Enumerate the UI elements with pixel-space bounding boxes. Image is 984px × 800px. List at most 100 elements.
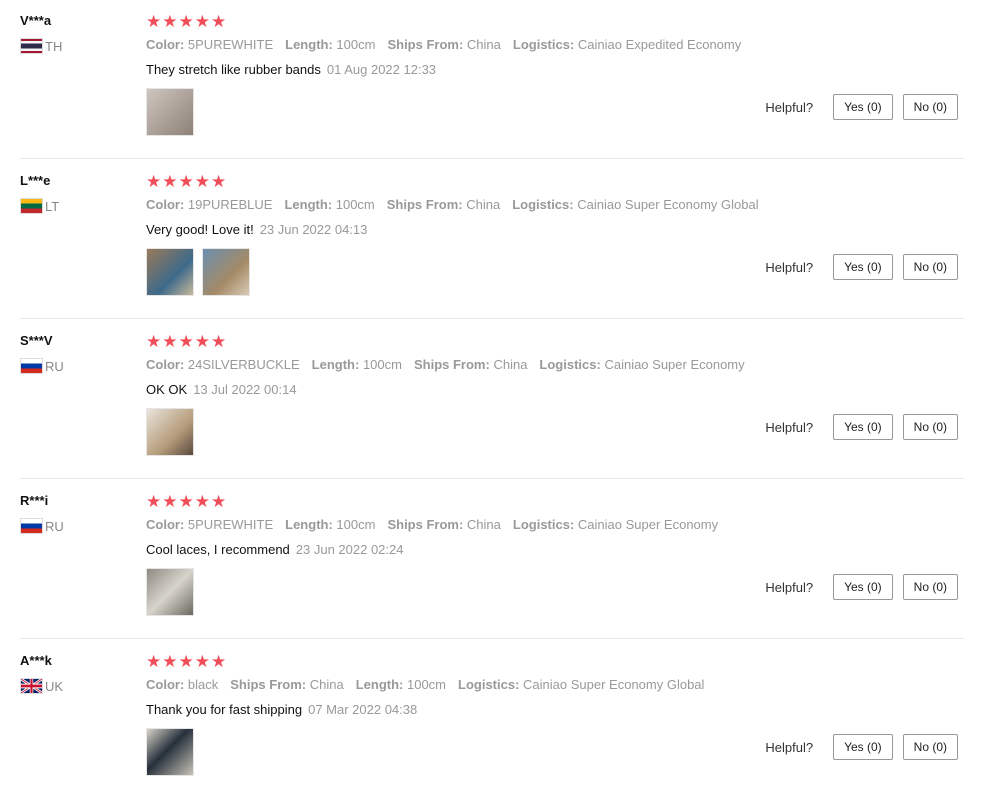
review-divider	[20, 478, 964, 479]
review-photo-thumbnail[interactable]	[146, 568, 194, 616]
attribute-key: Length:	[285, 37, 333, 52]
attribute-value: Cainiao Super Economy Global	[577, 197, 759, 212]
attribute-value: 100cm	[336, 517, 376, 532]
sku-attribute: Color: black	[146, 677, 218, 692]
reviewer-country: LT	[20, 198, 59, 214]
sku-attributes: Color: 5PUREWHITE Length: 100cm Ships From…	[146, 517, 730, 532]
sku-attributes: Color: 24SILVERBUCKLE Length: 100cm Ships …	[146, 357, 757, 372]
helpful-yes-button[interactable]: Yes (0)	[833, 254, 893, 280]
attribute-key: Ships From:	[413, 357, 490, 372]
star-rating: ★★★★★	[146, 12, 227, 32]
sku-attribute: Ships From: China	[414, 357, 527, 372]
review-body: Cool laces, I recommend 23 Jun 2022 02:24	[146, 542, 404, 557]
star-icon: ★	[146, 652, 163, 671]
attribute-value: 100cm	[406, 677, 447, 692]
star-rating: ★★★★★	[146, 172, 227, 192]
country-code: TH	[45, 38, 63, 54]
review-text: They stretch like rubber bands	[146, 62, 321, 77]
attribute-key: Ships From:	[387, 37, 464, 52]
attribute-value: Cainiao Super Economy	[577, 517, 719, 532]
attribute-value: Cainiao Expedited Economy	[577, 37, 742, 52]
star-icon: ★	[211, 172, 228, 191]
attribute-value: Cainiao Super Economy Global	[523, 677, 705, 692]
review-photos	[146, 408, 194, 456]
country-code: RU	[45, 358, 64, 374]
helpful-vote: Helpful? Yes (0) No (0)	[765, 574, 958, 600]
sku-attribute: Length: 100cm	[285, 37, 375, 52]
star-icon: ★	[178, 652, 195, 671]
sku-attribute: Length: 100cm	[312, 357, 402, 372]
reviewer-name: A***k	[20, 653, 52, 668]
sku-attributes: Color: black Ships From: China Length: 100…	[146, 677, 716, 692]
helpful-no-button[interactable]: No (0)	[902, 414, 958, 440]
star-icon: ★	[162, 332, 179, 351]
sku-attribute: Logistics: Cainiao Expedited Economy	[513, 37, 741, 52]
review-date: 07 Mar 2022 04:38	[308, 702, 418, 717]
helpful-vote: Helpful? Yes (0) No (0)	[765, 414, 958, 440]
review-body: They stretch like rubber bands 01 Aug 202…	[146, 62, 436, 77]
attribute-value: 100cm	[362, 357, 402, 372]
star-icon: ★	[146, 332, 163, 351]
star-icon: ★	[194, 12, 211, 31]
review-date: 01 Aug 2022 12:33	[326, 62, 437, 77]
helpful-yes-button[interactable]: Yes (0)	[833, 574, 893, 600]
review-photos	[146, 568, 194, 616]
reviewer-country: TH	[20, 38, 62, 54]
helpful-no-button[interactable]: No (0)	[902, 254, 958, 280]
star-icon: ★	[194, 492, 211, 511]
star-icon: ★	[162, 172, 179, 191]
sku-attribute: Color: 24SILVERBUCKLE	[146, 357, 300, 372]
thailand-flag-icon	[20, 38, 43, 54]
attribute-value: China	[466, 37, 501, 52]
star-icon: ★	[162, 652, 179, 671]
review-photo-thumbnail[interactable]	[146, 408, 194, 456]
sku-attribute: Ships From: China	[387, 517, 500, 532]
helpful-yes-button[interactable]: Yes (0)	[833, 734, 893, 760]
reviewer-country: RU	[20, 358, 64, 374]
sku-attribute: Ships From: China	[387, 197, 500, 212]
sku-attribute: Color: 19PUREBLUE	[146, 197, 272, 212]
attribute-value: black	[187, 677, 219, 692]
review-item: L***e LT ★★★★★ Color: 19PUREBLUE Length: 100…	[0, 160, 984, 320]
sku-attribute: Color: 5PUREWHITE	[146, 37, 273, 52]
attribute-value: 100cm	[336, 37, 376, 52]
attribute-key: Ships From:	[387, 517, 464, 532]
sku-attribute: Logistics: Cainiao Super Economy Global	[512, 197, 758, 212]
helpful-no-button[interactable]: No (0)	[902, 574, 958, 600]
helpful-yes-button[interactable]: Yes (0)	[833, 94, 893, 120]
attribute-value: 24SILVERBUCKLE	[187, 357, 300, 372]
attribute-key: Logistics:	[512, 37, 575, 52]
sku-attribute: Logistics: Cainiao Super Economy	[513, 517, 718, 532]
helpful-no-button[interactable]: No (0)	[902, 94, 958, 120]
star-icon: ★	[178, 172, 195, 191]
attribute-value: 100cm	[335, 197, 375, 212]
sku-attribute: Length: 100cm	[356, 677, 446, 692]
star-icon: ★	[178, 332, 195, 351]
review-photo-thumbnail[interactable]	[202, 248, 250, 296]
star-icon: ★	[162, 492, 179, 511]
reviewer-country: UK	[20, 677, 63, 695]
review-item: R***i RU ★★★★★ Color: 5PUREWHITE Length: 100…	[0, 480, 984, 640]
review-photo-thumbnail[interactable]	[146, 728, 194, 776]
review-photo-thumbnail[interactable]	[146, 88, 194, 136]
helpful-no-button[interactable]: No (0)	[902, 734, 958, 760]
attribute-key: Length:	[284, 197, 333, 212]
star-icon: ★	[194, 332, 211, 351]
attribute-key: Color:	[146, 357, 185, 372]
review-text: Thank you for fast shipping	[146, 702, 303, 717]
helpful-yes-button[interactable]: Yes (0)	[833, 414, 893, 440]
sku-attribute: Ships From: China	[230, 677, 343, 692]
russia-flag-icon	[20, 358, 43, 374]
attribute-key: Color:	[146, 37, 185, 52]
helpful-vote: Helpful? Yes (0) No (0)	[765, 94, 958, 120]
attribute-key: Logistics:	[512, 197, 574, 212]
reviewer-name: L***e	[20, 173, 51, 188]
reviewer-name: R***i	[20, 493, 49, 508]
review-body: Very good! Love it! 23 Jun 2022 04:13	[146, 222, 367, 237]
sku-attribute: Color: 5PUREWHITE	[146, 517, 273, 532]
review-item: S***V RU ★★★★★ Color: 24SILVERBUCKLE Length:…	[0, 320, 984, 480]
review-item: A***k UK ★★★★★ Color: black Ships From: Chin…	[0, 640, 984, 800]
review-photo-thumbnail[interactable]	[146, 248, 194, 296]
star-icon: ★	[194, 652, 211, 671]
country-code: LT	[45, 198, 60, 214]
